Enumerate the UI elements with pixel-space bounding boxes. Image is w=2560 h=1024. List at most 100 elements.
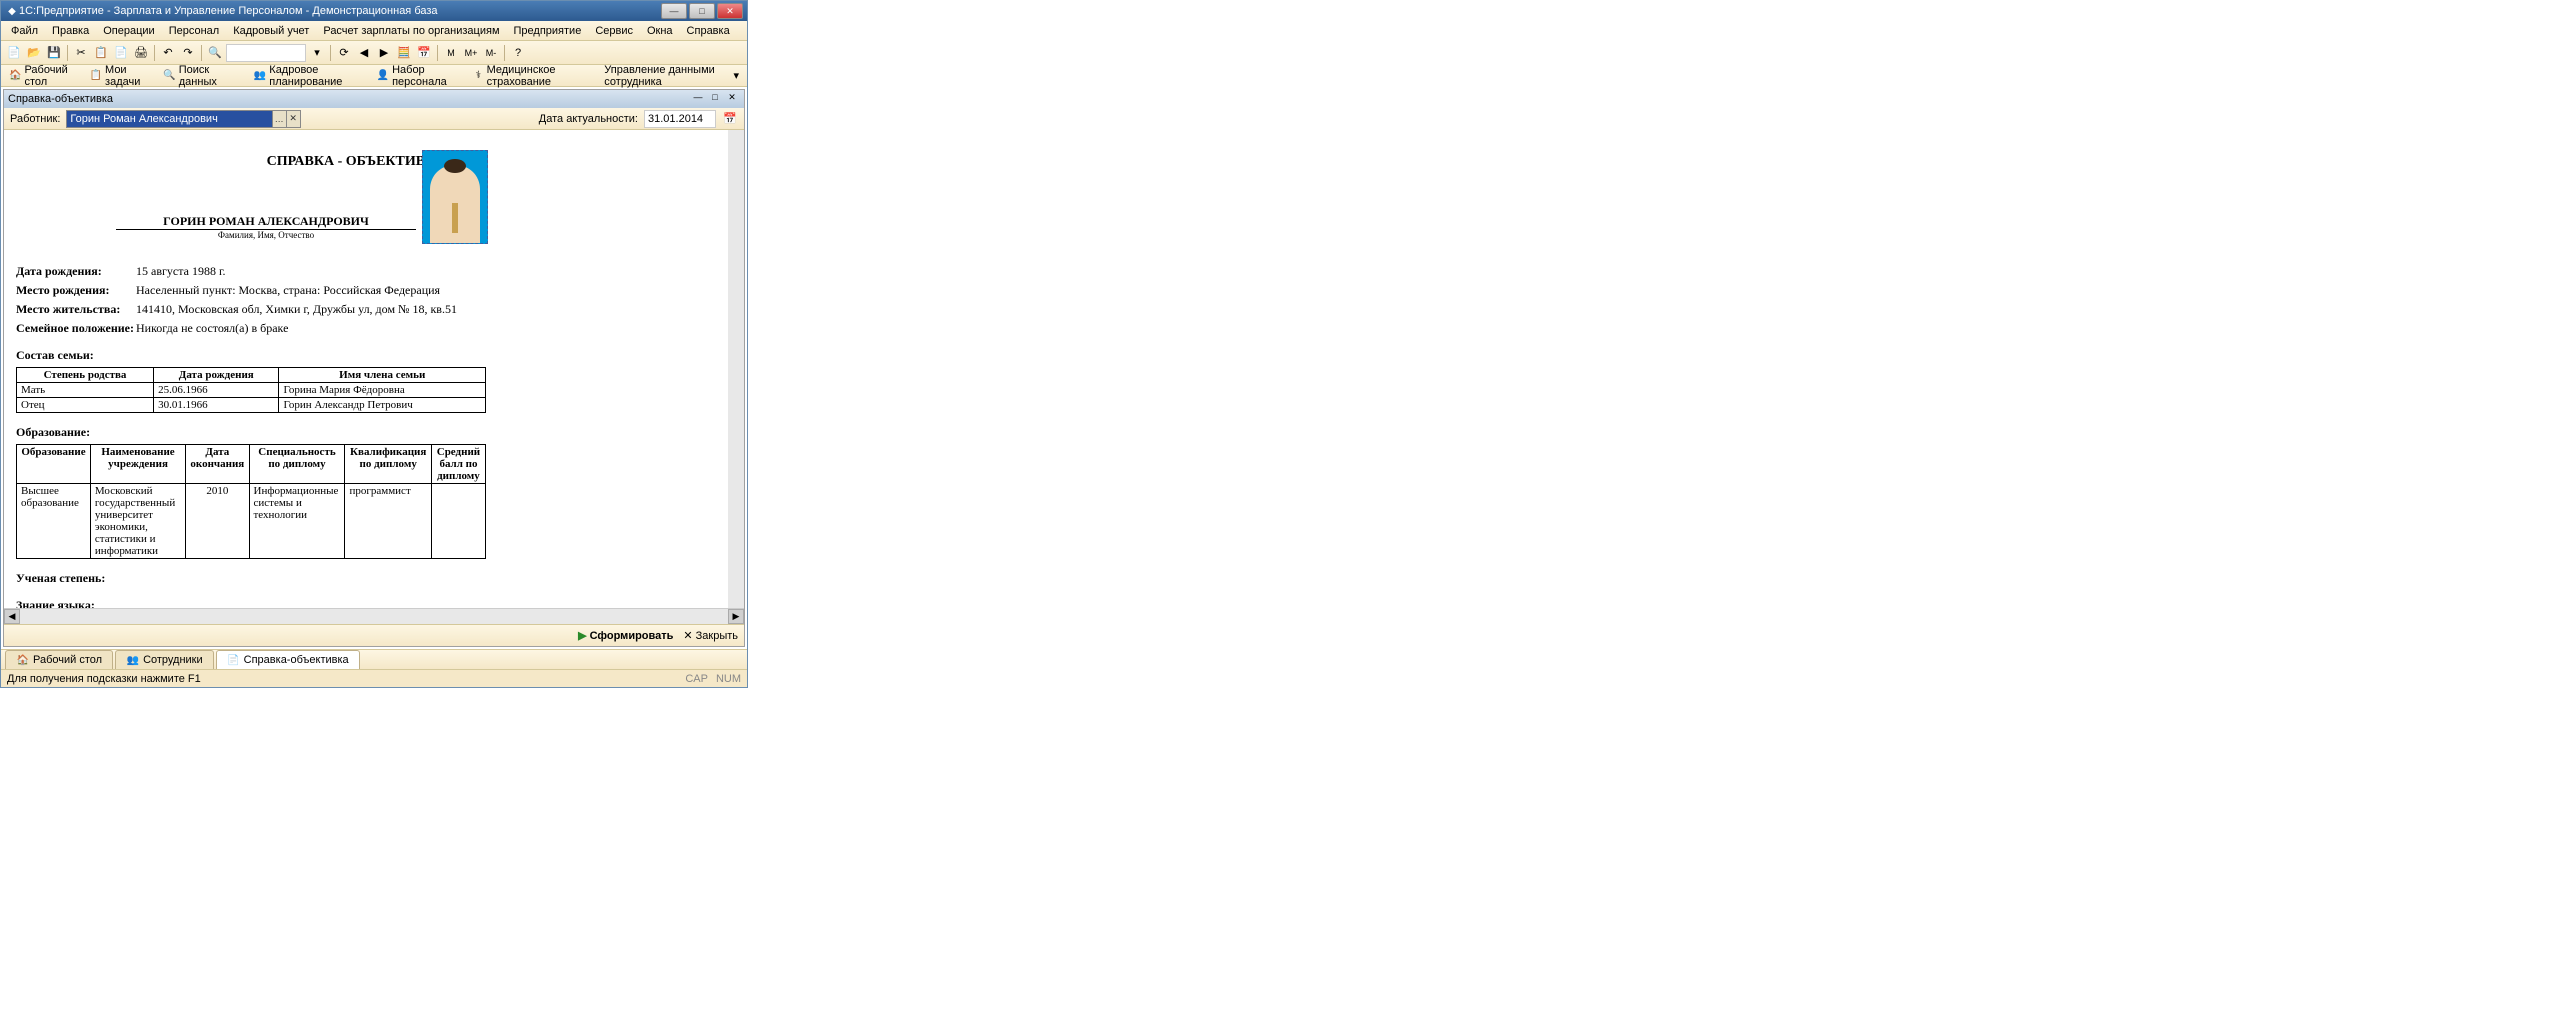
cut-icon[interactable]: ✂ — [72, 44, 90, 62]
link-recruit[interactable]: 👤Набор персонала — [373, 62, 462, 90]
doc-title: Справка-объективка — [8, 93, 689, 105]
num-indicator: NUM — [716, 673, 741, 685]
desktop-icon: 🏠 — [9, 69, 21, 83]
m-icon[interactable]: M — [442, 44, 460, 62]
cap-indicator: CAP — [685, 673, 708, 685]
mplus-icon[interactable]: M+ — [462, 44, 480, 62]
status-hint: Для получения подсказки нажмите F1 — [7, 673, 677, 685]
titlebar: ◆ 1С:Предприятие - Зарплата и Управление… — [1, 1, 747, 21]
doc-tab-icon: 📄 — [227, 653, 241, 667]
recruit-icon: 👤 — [377, 69, 389, 83]
tab-document[interactable]: 📄Справка-объективка — [216, 650, 360, 669]
search-input[interactable] — [226, 44, 306, 62]
params-bar: Работник: Горин Роман Александрович … ✕ … — [4, 108, 744, 130]
place-value: Населенный пункт: Москва, страна: Россий… — [136, 283, 696, 298]
addr-label: Место жительства: — [16, 302, 136, 317]
chevron-down-icon: ▾ — [734, 69, 740, 82]
mminus-icon[interactable]: M- — [482, 44, 500, 62]
birth-label: Дата рождения: — [16, 264, 136, 279]
place-label: Место рождения: — [16, 283, 136, 298]
marital-value: Никогда не состоял(а) в браке — [136, 321, 696, 336]
birth-value: 15 августа 1988 г. — [136, 264, 696, 279]
link-empdata[interactable]: Управление данными сотрудника▾ — [600, 62, 743, 90]
redo-icon[interactable]: ↷ — [179, 44, 197, 62]
play-icon: ▶ — [578, 629, 586, 642]
close-button[interactable]: ✕ — [717, 3, 743, 19]
photo-placeholder — [422, 150, 488, 244]
calc-icon[interactable]: 🧮 — [395, 44, 413, 62]
find-icon[interactable]: 🔍 — [206, 44, 224, 62]
menu-payroll[interactable]: Расчет зарплаты по организациям — [317, 23, 505, 39]
copy-icon[interactable]: 📋 — [92, 44, 110, 62]
menu-service[interactable]: Сервис — [589, 23, 639, 39]
open-icon[interactable]: 📂 — [25, 44, 43, 62]
close-doc-button[interactable]: ✕Закрыть — [683, 629, 738, 642]
employee-fullname: ГОРИН РОМАН АЛЕКСАНДРОВИЧ — [116, 214, 416, 229]
calendar-icon[interactable]: 📅 — [415, 44, 433, 62]
menu-operations[interactable]: Операции — [97, 23, 160, 39]
print-icon[interactable]: 🖨 — [132, 44, 150, 62]
doc-minimize[interactable]: — — [690, 92, 706, 106]
help-icon[interactable]: ? — [509, 44, 527, 62]
medical-icon: ⚕ — [473, 69, 483, 83]
link-medical[interactable]: ⚕Медицинское страхование — [469, 62, 592, 90]
window-title: 1С:Предприятие - Зарплата и Управление П… — [19, 5, 661, 17]
new-icon[interactable]: 📄 — [5, 44, 23, 62]
app-icon: ◆ — [5, 4, 19, 18]
employee-label: Работник: — [10, 113, 60, 125]
fwd-icon[interactable]: ▶ — [375, 44, 393, 62]
paste-icon[interactable]: 📄 — [112, 44, 130, 62]
doc-maximize[interactable]: □ — [707, 92, 723, 106]
action-bar: ▶Сформировать ✕Закрыть — [4, 624, 744, 646]
employee-combo[interactable]: Горин Роман Александрович … ✕ — [66, 110, 300, 128]
tab-employees[interactable]: 👥Сотрудники — [115, 650, 214, 669]
link-tasks[interactable]: 📋Мои задачи — [86, 62, 152, 90]
link-planning[interactable]: 👥Кадровое планирование — [250, 62, 365, 90]
menu-hr[interactable]: Кадровый учет — [227, 23, 315, 39]
link-desktop[interactable]: 🏠Рабочий стол — [5, 62, 78, 90]
combo-clear-icon[interactable]: ✕ — [286, 111, 300, 127]
window-tabs: 🏠Рабочий стол 👥Сотрудники 📄Справка-объек… — [1, 649, 747, 669]
menu-personnel[interactable]: Персонал — [163, 23, 226, 39]
name-block: ГОРИН РОМАН АЛЕКСАНДРОВИЧ — [116, 214, 416, 230]
app-window: ◆ 1С:Предприятие - Зарплата и Управление… — [0, 0, 748, 688]
table-row: Высшее образованиеМосковский государстве… — [17, 484, 486, 559]
horizontal-scrollbar[interactable]: ◀ ▶ — [4, 608, 744, 624]
marital-label: Семейное положение: — [16, 321, 136, 336]
date-input[interactable] — [644, 110, 716, 128]
back-icon[interactable]: ◀ — [355, 44, 373, 62]
table-row: Отец30.01.1966Горин Александр Петрович — [17, 398, 486, 413]
name-sublabel: Фамилия, Имя, Отчество — [116, 230, 416, 240]
form-button[interactable]: ▶Сформировать — [578, 629, 673, 642]
report-area: СПРАВКА - ОБЪЕКТИВКА ГОРИН РОМАН АЛЕКСАН… — [4, 130, 728, 608]
menu-file[interactable]: Файл — [5, 23, 44, 39]
minimize-button[interactable]: — — [661, 3, 687, 19]
employee-value: Горин Роман Александрович — [70, 113, 217, 125]
doc-close[interactable]: ✕ — [724, 92, 740, 106]
menu-windows[interactable]: Окна — [641, 23, 679, 39]
desktop-tab-icon: 🏠 — [16, 653, 30, 667]
report-title: СПРАВКА - ОБЪЕКТИВКА — [16, 154, 696, 170]
status-bar: Для получения подсказки нажмите F1 CAP N… — [1, 669, 747, 687]
maximize-button[interactable]: □ — [689, 3, 715, 19]
tab-desktop[interactable]: 🏠Рабочий стол — [5, 650, 113, 669]
date-picker-icon[interactable]: 📅 — [722, 111, 738, 127]
menu-help[interactable]: Справка — [681, 23, 736, 39]
refresh-icon[interactable]: ⟳ — [335, 44, 353, 62]
search-icon: 🔍 — [163, 69, 175, 83]
combo-select-icon[interactable]: … — [272, 111, 286, 127]
close-icon: ✕ — [683, 629, 692, 642]
scroll-right-icon[interactable]: ▶ — [728, 609, 744, 624]
menu-enterprise[interactable]: Предприятие — [508, 23, 588, 39]
addr-value: 141410, Московская обл, Химки г, Дружбы … — [136, 302, 696, 317]
education-table: ОбразованиеНаименование учрежденияДата о… — [16, 444, 486, 559]
menu-edit[interactable]: Правка — [46, 23, 95, 39]
date-label: Дата актуальности: — [539, 113, 638, 125]
save-icon[interactable]: 💾 — [45, 44, 63, 62]
dropdown-icon[interactable]: ▾ — [308, 44, 326, 62]
scroll-left-icon[interactable]: ◀ — [4, 609, 20, 624]
link-search[interactable]: 🔍Поиск данных — [159, 62, 234, 90]
family-table: Степень родстваДата рожденияИмя члена се… — [16, 367, 486, 413]
vertical-scrollbar[interactable] — [728, 130, 744, 608]
undo-icon[interactable]: ↶ — [159, 44, 177, 62]
